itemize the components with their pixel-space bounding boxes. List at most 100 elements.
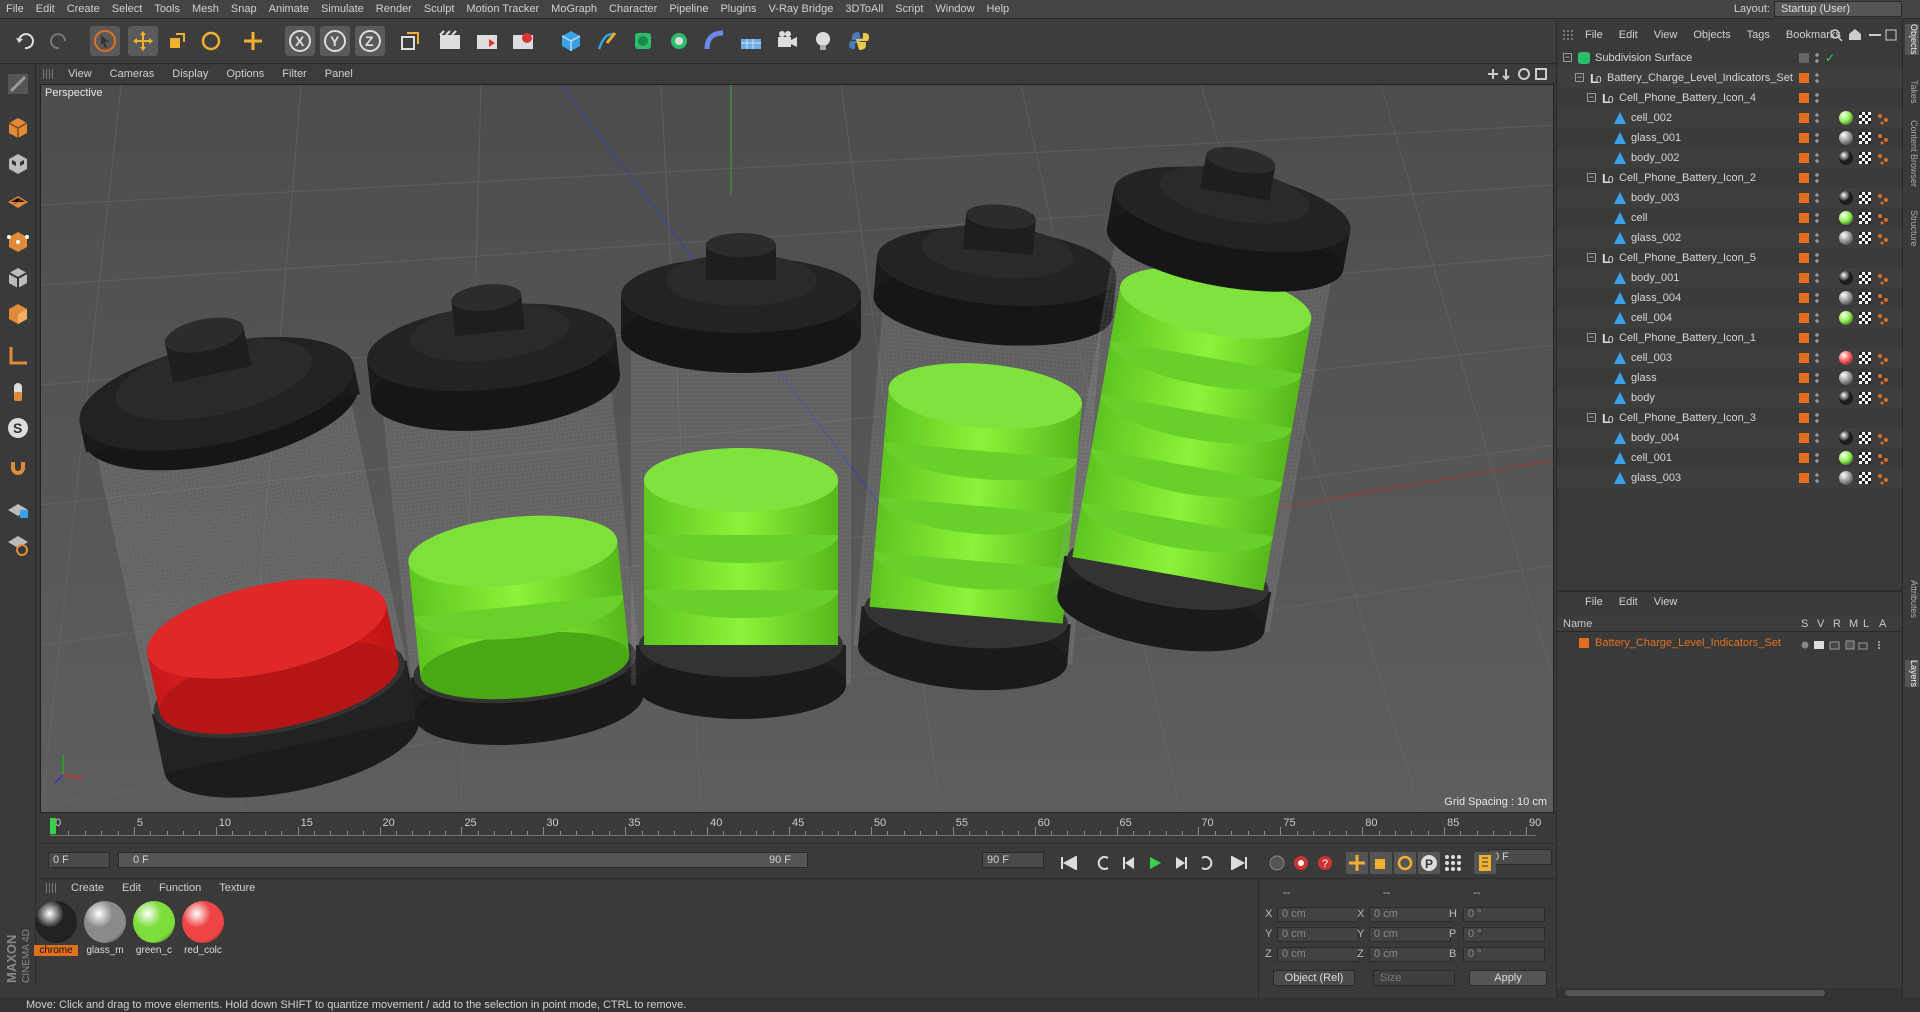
object-row[interactable]: cell: [1557, 208, 1903, 228]
menu-script[interactable]: Script: [889, 0, 929, 19]
object-row[interactable]: glass_004: [1557, 288, 1903, 308]
menu-pipeline[interactable]: Pipeline: [663, 0, 714, 19]
material-tag-icon[interactable]: [1839, 431, 1853, 445]
layer-color-chip[interactable]: [1799, 233, 1809, 243]
coord-value-field[interactable]: 0 cm: [1369, 947, 1451, 962]
z-axis-lock-icon[interactable]: Z: [355, 26, 385, 56]
object-row[interactable]: − L 0 Cell_Phone_Battery_Icon_2: [1557, 168, 1903, 188]
layer-color-chip[interactable]: [1799, 393, 1809, 403]
visibility-dots-icon[interactable]: [1815, 412, 1819, 424]
coord-value-field[interactable]: 0 °: [1463, 927, 1545, 942]
layer-color-chip[interactable]: [1799, 413, 1809, 423]
expand-toggle-icon[interactable]: −: [1587, 413, 1596, 422]
timeline-window-icon[interactable]: [1474, 852, 1496, 874]
move-tool-icon[interactable]: [128, 26, 158, 56]
parameter-key-icon[interactable]: P: [1418, 852, 1440, 874]
subdivision-generator-icon[interactable]: [628, 26, 658, 56]
object-menu-view[interactable]: View: [1646, 29, 1686, 41]
go-to-start-icon[interactable]: [1058, 852, 1080, 874]
material-tag-icon[interactable]: [1839, 211, 1853, 225]
position-key-icon[interactable]: [1346, 852, 1368, 874]
object-row[interactable]: cell_002: [1557, 108, 1903, 128]
object-manager-nav-icons[interactable]: [1829, 28, 1899, 42]
uvw-tag-icon[interactable]: [1859, 132, 1871, 144]
layer-color-chip[interactable]: [1799, 293, 1809, 303]
select-tool-icon[interactable]: [90, 26, 120, 56]
object-row[interactable]: − L 0 Cell_Phone_Battery_Icon_5: [1557, 248, 1903, 268]
expand-toggle-icon[interactable]: −: [1575, 73, 1584, 82]
tab-objects[interactable]: Objects: [1905, 24, 1919, 55]
tab-structure[interactable]: Structure: [1905, 210, 1919, 247]
material-tag-icon[interactable]: [1839, 391, 1853, 405]
timeline-ruler[interactable]: 0 5 10 15 20 25 30 35 40 45 50 55 60 65 70 75 80 85 90: [40, 815, 1554, 843]
material-tag-icon[interactable]: [1839, 291, 1853, 305]
x-axis-lock-icon[interactable]: X: [285, 26, 315, 56]
visibility-dots-icon[interactable]: [1815, 192, 1819, 204]
rotation-key-icon[interactable]: [1394, 852, 1416, 874]
object-row[interactable]: − L 0 Cell_Phone_Battery_Icon_1: [1557, 328, 1903, 348]
object-row[interactable]: body_002: [1557, 148, 1903, 168]
render-view-icon[interactable]: [435, 26, 465, 56]
uvw-tag-icon[interactable]: [1859, 292, 1871, 304]
object-row[interactable]: − L 0 Cell_Phone_Battery_Icon_3: [1557, 408, 1903, 428]
layer-menu-file[interactable]: File: [1577, 596, 1611, 612]
keyframe-selection-icon[interactable]: ?: [1314, 852, 1336, 874]
frame-range-slider[interactable]: 0 F 90 F: [118, 852, 808, 868]
layer-toggle-icons[interactable]: [1801, 638, 1897, 650]
material-tag-icon[interactable]: [1839, 111, 1853, 125]
object-row[interactable]: − L 0 Battery_Charge_Level_Indicators_Set: [1557, 68, 1903, 88]
menu-select[interactable]: Select: [106, 0, 149, 19]
object-menu-file[interactable]: File: [1577, 29, 1611, 41]
material-tag-icon[interactable]: [1839, 271, 1853, 285]
layer-color-chip[interactable]: [1799, 353, 1809, 363]
visibility-dots-icon[interactable]: [1815, 432, 1819, 444]
deformer-icon[interactable]: [700, 26, 730, 56]
visibility-dots-icon[interactable]: [1815, 112, 1819, 124]
object-menu-tags[interactable]: Tags: [1739, 29, 1778, 41]
apply-button[interactable]: Apply: [1469, 970, 1547, 986]
visibility-dots-icon[interactable]: [1815, 212, 1819, 224]
expand-toggle-icon[interactable]: −: [1587, 333, 1596, 342]
coord-value-field[interactable]: 0 °: [1463, 947, 1545, 962]
phong-tag-icon[interactable]: [1877, 452, 1889, 465]
coordinate-system-icon[interactable]: [395, 26, 425, 56]
phong-tag-icon[interactable]: [1877, 352, 1889, 365]
object-row[interactable]: glass_003: [1557, 468, 1903, 488]
layer-color-chip[interactable]: [1799, 153, 1809, 163]
redo-icon[interactable]: [44, 26, 74, 56]
viewport-menu-panel[interactable]: Panel: [316, 68, 362, 80]
perspective-viewport[interactable]: Perspective Grid Spacing : 10 cm: [40, 84, 1554, 813]
expand-toggle-icon[interactable]: −: [1587, 173, 1596, 182]
menu-mograph[interactable]: MoGraph: [545, 0, 603, 19]
visibility-dots-icon[interactable]: [1815, 172, 1819, 184]
object-row[interactable]: body: [1557, 388, 1903, 408]
light-icon[interactable]: [808, 26, 838, 56]
autokey-icon[interactable]: [1290, 852, 1312, 874]
tab-content-browser[interactable]: Content Browser: [1905, 120, 1919, 187]
menu-help[interactable]: Help: [981, 0, 1016, 19]
uvw-tag-icon[interactable]: [1859, 312, 1871, 324]
layer-scrollbar[interactable]: [1557, 988, 1903, 998]
menu-animate[interactable]: Animate: [263, 0, 315, 19]
layer-color-chip[interactable]: [1799, 273, 1809, 283]
layer-color-chip[interactable]: [1799, 133, 1809, 143]
material-tag-icon[interactable]: [1839, 371, 1853, 385]
layer-color-chip[interactable]: [1799, 333, 1809, 343]
visibility-dots-icon[interactable]: [1815, 312, 1819, 324]
viewport-nav-icons[interactable]: [1484, 67, 1554, 81]
expand-toggle-icon[interactable]: −: [1563, 53, 1572, 62]
phong-tag-icon[interactable]: [1877, 232, 1889, 245]
object-row[interactable]: cell_004: [1557, 308, 1903, 328]
menu-snap[interactable]: Snap: [225, 0, 263, 19]
phong-tag-icon[interactable]: [1877, 212, 1889, 225]
object-row[interactable]: body_003: [1557, 188, 1903, 208]
layout-select[interactable]: Startup (User): [1774, 1, 1902, 17]
layer-color-chip[interactable]: [1799, 473, 1809, 483]
object-row[interactable]: body_004: [1557, 428, 1903, 448]
visibility-dots-icon[interactable]: [1815, 332, 1819, 344]
visibility-dots-icon[interactable]: [1815, 472, 1819, 484]
coord-value-field[interactable]: 0 °: [1463, 907, 1545, 922]
material-tag-icon[interactable]: [1839, 151, 1853, 165]
material-tag-icon[interactable]: [1839, 231, 1853, 245]
uvw-tag-icon[interactable]: [1859, 432, 1871, 444]
